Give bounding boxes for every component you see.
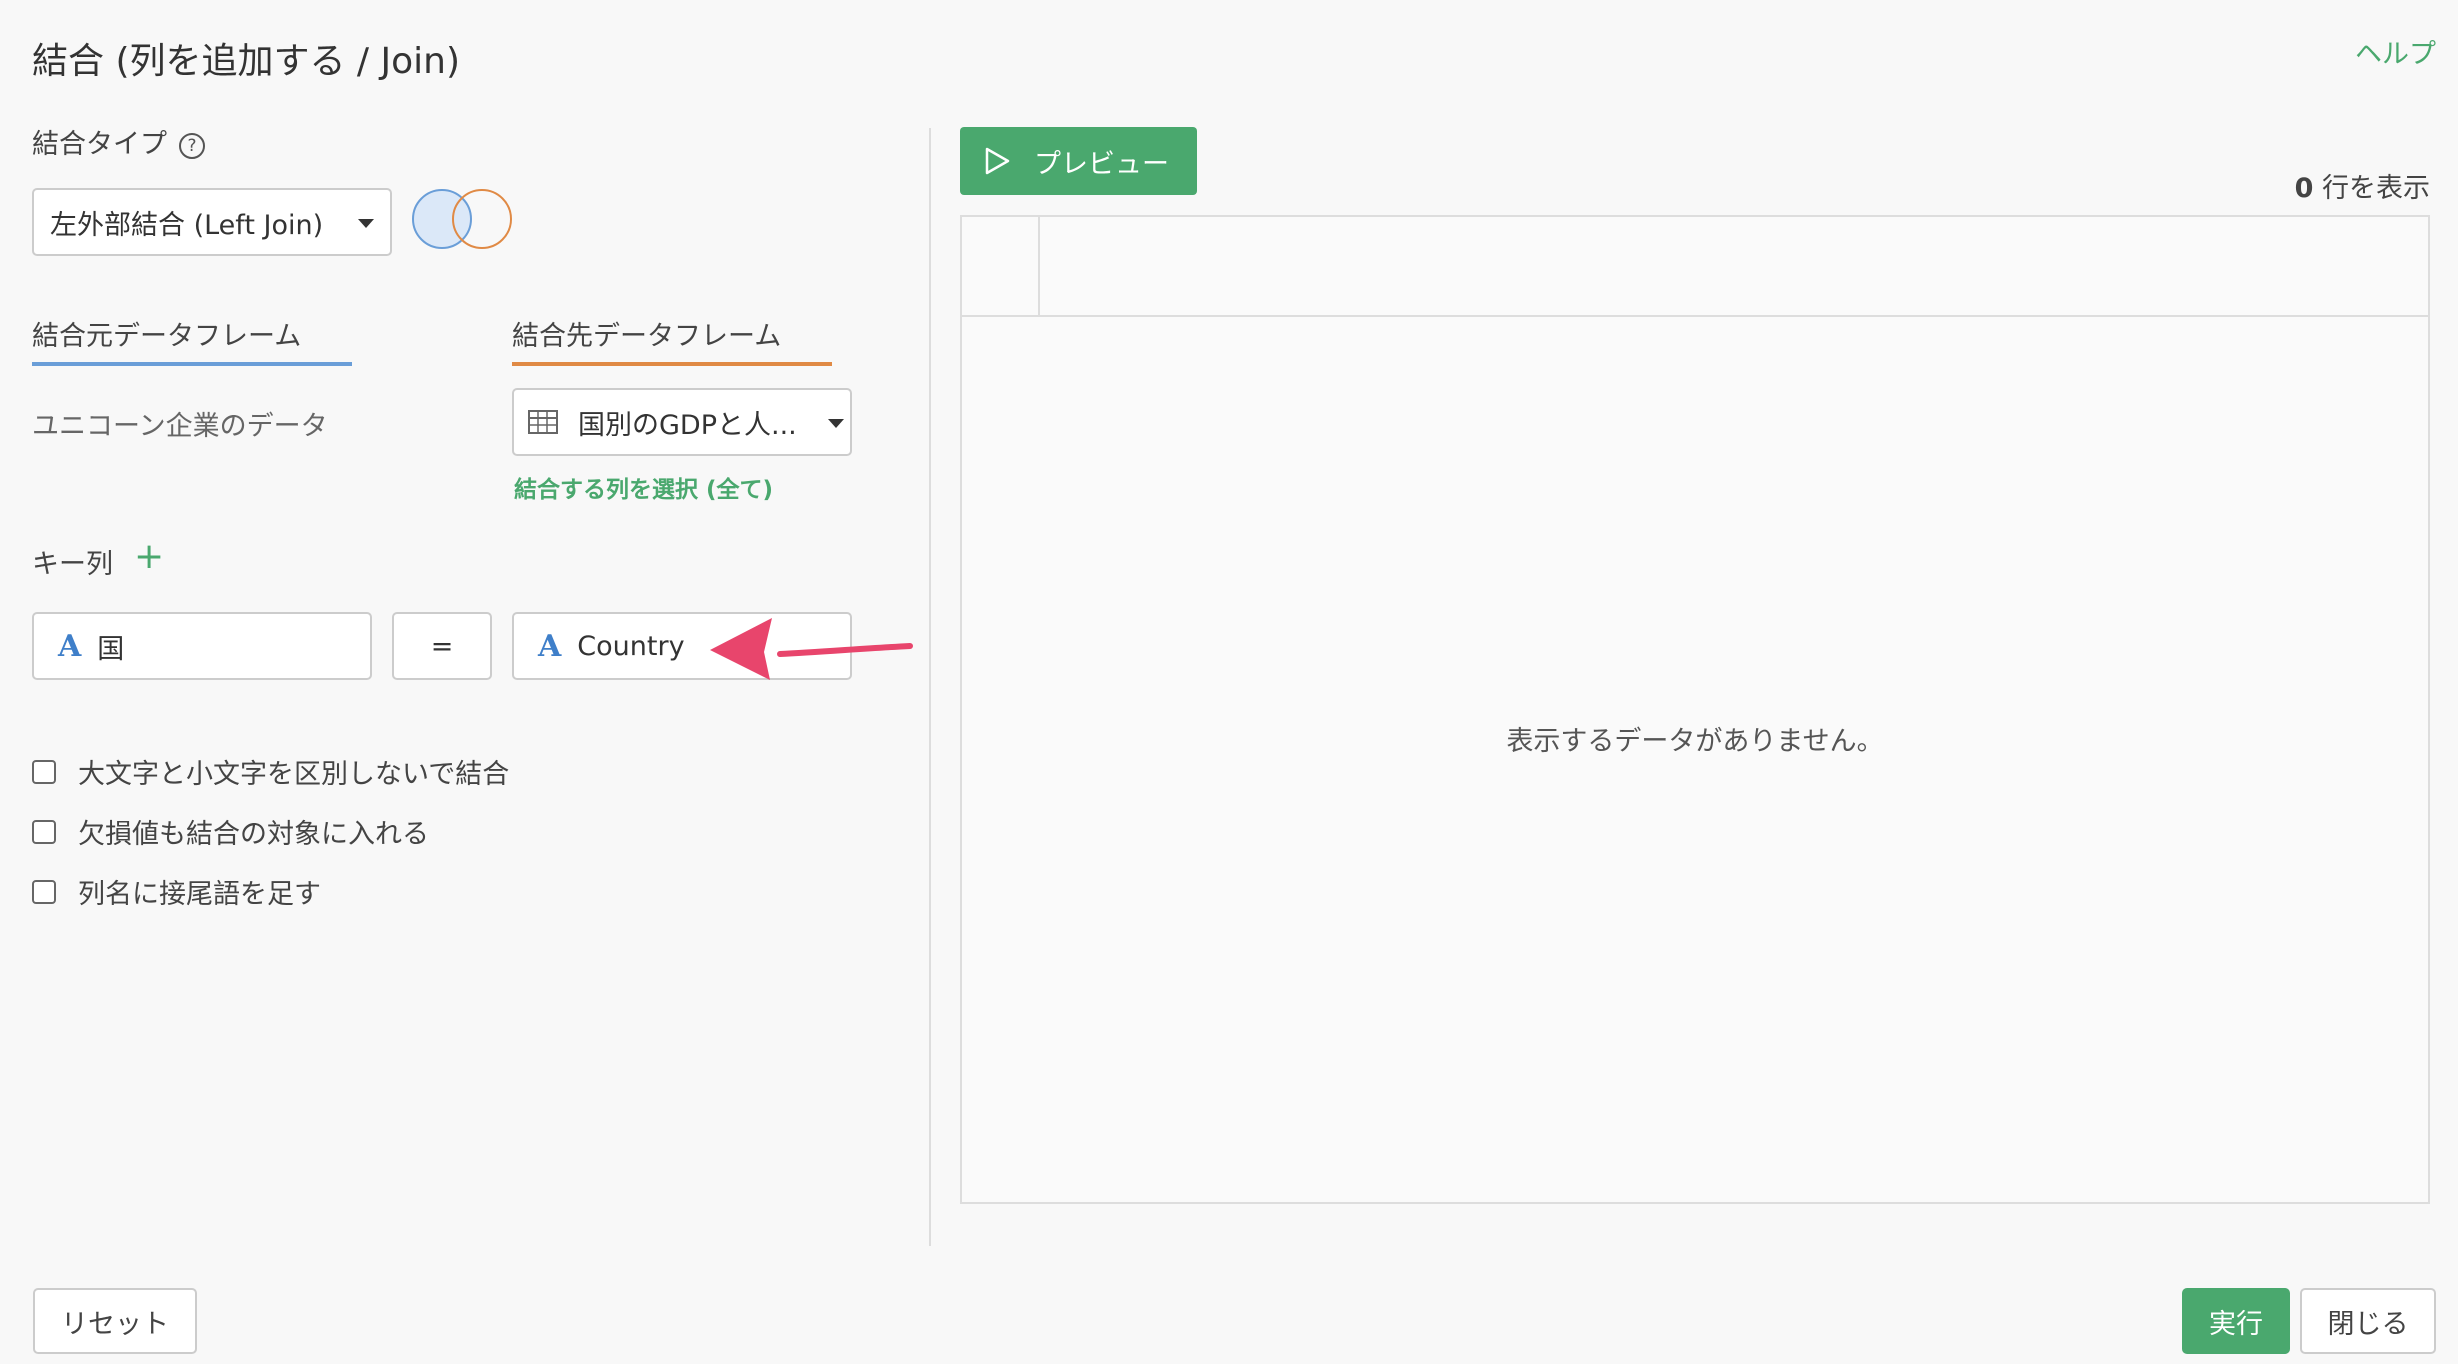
target-selected-value: 国別のGDPと人... [578,409,797,441]
run-button[interactable]: 実行 [2182,1288,2290,1354]
row-count-value: 0 [2294,173,2314,204]
table-icon [528,410,558,434]
source-dataframe-tab: 結合元データフレーム [32,321,302,352]
target-dataframe-tab: 結合先データフレーム [512,321,782,352]
annotation-arrow [710,618,913,680]
row-count: 0 行を表示 [2295,166,2430,205]
target-tab-underline [512,362,832,366]
right-key-column-value: Country [577,630,685,662]
checkbox[interactable] [32,759,56,784]
join-type-selected-value: 左外部結合 (Left Join) [50,209,324,241]
empty-message: 表示するデータがありません。 [1506,726,1884,757]
equals-operator: = [392,612,492,680]
page-title: 結合 (列を追加する / Join) [32,41,461,82]
option-label: 大文字と小文字を区別しないで結合 [78,759,510,790]
preview-grid: 表示するデータがありません。 [960,215,2430,1204]
equals-sign: = [430,630,454,662]
reset-button[interactable]: リセット [33,1288,197,1354]
help-question-icon[interactable]: ? [179,132,205,159]
option-label: 列名に接尾語を足す [78,879,321,910]
close-button[interactable]: 閉じる [2300,1288,2436,1354]
add-key-icon[interactable]: + [134,536,164,577]
option-add-suffix[interactable]: 列名に接尾語を足す [32,872,321,911]
select-columns-link[interactable]: 結合する列を選択 (全て) [514,470,773,504]
checkbox[interactable] [32,819,56,844]
source-tab-underline [32,362,352,366]
source-dataframe-name: ユニコーン企業のデータ [32,411,328,442]
left-key-column-field[interactable]: A 国 [32,612,372,680]
option-include-missing[interactable]: 欠損値も結合の対象に入れる [32,812,429,851]
text-type-icon: A [538,628,562,664]
chevron-down-icon [828,419,844,428]
key-column-label: キー列 [32,549,113,580]
checkbox[interactable] [32,879,56,904]
join-type-select[interactable]: 左外部結合 (Left Join) [32,188,392,256]
join-type-label: 結合タイプ? [32,122,205,161]
join-type-label-text: 結合タイプ [32,129,167,160]
chevron-down-icon [358,219,374,228]
option-case-insensitive[interactable]: 大文字と小文字を区別しないで結合 [32,752,509,791]
help-link[interactable]: ヘルプ [2355,32,2436,71]
venn-diagram-icon [412,189,512,249]
panel-divider [929,128,931,1246]
text-type-icon: A [58,628,82,664]
target-dataframe-select[interactable]: 国別のGDPと人... [512,388,852,456]
left-key-column-value: 国 [97,633,125,665]
option-label: 欠損値も結合の対象に入れる [78,819,429,850]
row-count-suffix: 行を表示 [2313,173,2430,204]
preview-button-label: プレビュー [1034,148,1169,180]
grid-header [962,217,2428,317]
preview-button[interactable]: プレビュー [960,127,1197,195]
play-icon [985,147,1010,175]
grid-header-divider [1038,217,1040,315]
